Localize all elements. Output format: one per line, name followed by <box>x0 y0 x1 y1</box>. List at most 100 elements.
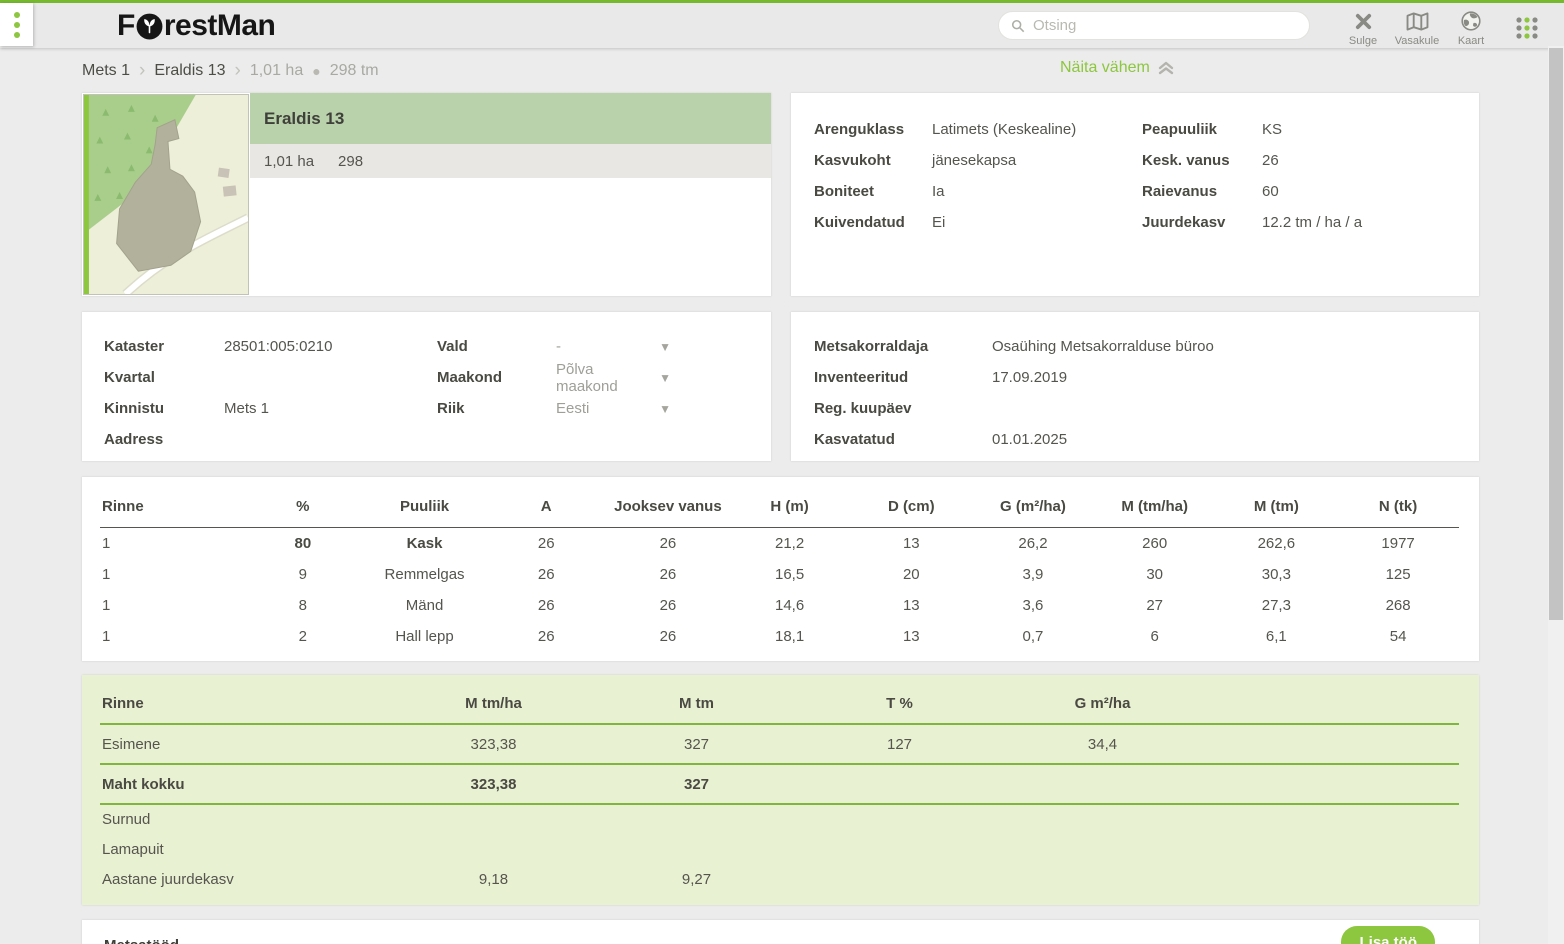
left-panel-button[interactable]: Vasakule <box>1390 5 1444 47</box>
field-label: Arenguklass <box>814 121 932 138</box>
add-work-button[interactable]: Lisa töö <box>1341 926 1435 944</box>
dropdown-value: - <box>556 338 561 355</box>
summary-t-percent <box>798 764 1001 804</box>
species-column-header: N (tk) <box>1337 494 1459 528</box>
breadcrumb-link-property[interactable]: Mets 1 <box>82 62 130 80</box>
cell-volume: 6,1 <box>1216 621 1338 652</box>
field-row: Metsakorraldaja Osaühing Metsakorralduse… <box>814 331 1479 362</box>
field-label: Boniteet <box>814 183 932 200</box>
cell-count: 1977 <box>1337 528 1459 559</box>
close-button[interactable]: Sulge <box>1336 5 1390 47</box>
species-table-row[interactable]: 1 80 Kask 26 26 21,2 13 26,2 260 262,6 1… <box>100 528 1459 559</box>
map-icon <box>1390 11 1444 32</box>
double-chevron-up-icon <box>1157 60 1175 76</box>
field-label: Peapuuliik <box>1142 121 1262 138</box>
cell-species: Hall lepp <box>364 621 486 652</box>
cell-species: Remmelgas <box>364 559 486 590</box>
cell-rinne: 1 <box>100 590 242 621</box>
vertical-scrollbar[interactable] <box>1548 46 1564 944</box>
species-column-header: A <box>485 494 607 528</box>
field-label: Kvartal <box>104 369 224 386</box>
summary-row-label: Esimene <box>100 724 392 764</box>
dropdown-field[interactable]: Vald - ▼ <box>437 331 749 362</box>
field-label: Riik <box>437 400 556 417</box>
map-view-button-label: Kaart <box>1444 35 1498 47</box>
species-table-row[interactable]: 1 8 Mänd 26 26 14,6 13 3,6 27 27,3 268 <box>100 590 1459 621</box>
summary-table-row: Lamapuit <box>100 834 1459 864</box>
summary-row-label: Aastane juurdekasv <box>100 864 392 894</box>
summary-volume: 327 <box>595 724 798 764</box>
cell-volume-per-ha: 6 <box>1094 621 1216 652</box>
field-value: 28501:005:0210 <box>224 338 332 355</box>
field-label: Kataster <box>104 338 224 355</box>
dropdown-field[interactable]: Maakond Põlva maakond ▼ <box>437 362 749 393</box>
scrollbar-thumb[interactable] <box>1549 48 1563 620</box>
volume-summary-card: Rinne M tm/ha M tm T % G m²/ha <box>82 675 1479 905</box>
show-less-link[interactable]: Näita vähem <box>1060 59 1175 77</box>
cell-basal-area: 3,6 <box>972 590 1094 621</box>
volume-summary-table: Rinne M tm/ha M tm T % G m²/ha <box>100 687 1459 894</box>
field-row: Kuivendatud Ei <box>814 207 1142 238</box>
summary-volume <box>595 834 798 864</box>
stand-summary-card: Eraldis 13 1,01 ha 298 <box>82 93 771 296</box>
species-column-header: M (tm) <box>1216 494 1338 528</box>
cell-a: 26 <box>485 590 607 621</box>
cell-rinne: 1 <box>100 559 242 590</box>
dropdown-field[interactable]: Riik Eesti ▼ <box>437 393 749 424</box>
apps-grid-icon <box>1514 15 1540 41</box>
field-label: Vald <box>437 338 556 355</box>
species-table-row[interactable]: 1 2 Hall lepp 26 26 18,1 13 0,7 6 6,1 54 <box>100 621 1459 652</box>
field-value: Ia <box>932 183 945 200</box>
cell-percent: 9 <box>242 559 364 590</box>
breadcrumb: Mets 1 › Eraldis 13 › 1,01 ha ● 298 tm N… <box>82 58 1479 84</box>
summary-table-row: Surnud <box>100 804 1459 834</box>
summary-basal-area <box>1001 764 1204 804</box>
breadcrumb-area: 1,01 ha <box>250 62 303 80</box>
logo-text-suffix: restMan <box>164 9 276 43</box>
breadcrumb-link-stand[interactable]: Eraldis 13 <box>154 62 225 80</box>
chevron-right-icon: › <box>235 61 241 81</box>
summary-t-percent <box>798 864 1001 894</box>
topbar-actions: Sulge Vasakule Kaart <box>998 5 1564 47</box>
field-value: KS <box>1262 121 1282 138</box>
top-bar: F restMan Sulge <box>0 0 1564 48</box>
cell-rinne: 1 <box>100 528 242 559</box>
cell-volume: 30,3 <box>1216 559 1338 590</box>
species-table-row[interactable]: 1 9 Remmelgas 26 26 16,5 20 3,9 30 30,3 … <box>100 559 1459 590</box>
apps-grid-button[interactable] <box>1512 13 1542 43</box>
stand-title: Eraldis 13 <box>250 93 771 144</box>
summary-table-row: Esimene 323,38 327 127 34,4 <box>100 724 1459 764</box>
summary-table-row: Aastane juurdekasv 9,18 9,27 <box>100 864 1459 894</box>
species-column-header: H (m) <box>729 494 851 528</box>
stand-card-right: Eraldis 13 1,01 ha 298 <box>250 93 771 296</box>
cell-volume: 262,6 <box>1216 528 1338 559</box>
search-input[interactable] <box>1033 17 1299 34</box>
field-value: 26 <box>1262 152 1279 169</box>
globe-icon <box>1444 11 1498 32</box>
summary-volume-per-ha: 323,38 <box>392 724 595 764</box>
app-logo[interactable]: F restMan <box>117 9 275 43</box>
breadcrumb-volume: 298 tm <box>330 62 379 80</box>
cell-count: 268 <box>1337 590 1459 621</box>
field-row: Kasvukoht jänesekapsa <box>814 145 1142 176</box>
cell-diameter: 13 <box>850 528 972 559</box>
map-view-button[interactable]: Kaart <box>1444 5 1498 47</box>
cell-volume-per-ha: 260 <box>1094 528 1216 559</box>
cell-basal-area: 26,2 <box>972 528 1094 559</box>
cell-current-age: 26 <box>607 621 729 652</box>
field-row: Kasvatatud 01.01.2025 <box>814 424 1479 455</box>
stand-map-thumbnail[interactable] <box>83 94 249 295</box>
summary-header-row: Rinne M tm/ha M tm T % G m²/ha <box>100 687 1459 724</box>
species-column-header: D (cm) <box>850 494 972 528</box>
cell-diameter: 13 <box>850 590 972 621</box>
dropdown-value: Põlva maakond <box>556 361 659 395</box>
chevron-right-icon: › <box>139 61 145 81</box>
species-column-header: Rinne <box>100 494 242 528</box>
stand-info-card: Arenguklass Latimets (Keskealine) Kasvuk… <box>791 93 1479 296</box>
stand-area: 1,01 ha <box>264 153 314 170</box>
field-value: 17.09.2019 <box>992 369 1067 386</box>
summary-volume-per-ha <box>392 804 595 834</box>
show-less-label: Näita vähem <box>1060 59 1150 77</box>
field-label: Aadress <box>104 431 224 448</box>
menu-kebab-button[interactable] <box>0 3 33 46</box>
